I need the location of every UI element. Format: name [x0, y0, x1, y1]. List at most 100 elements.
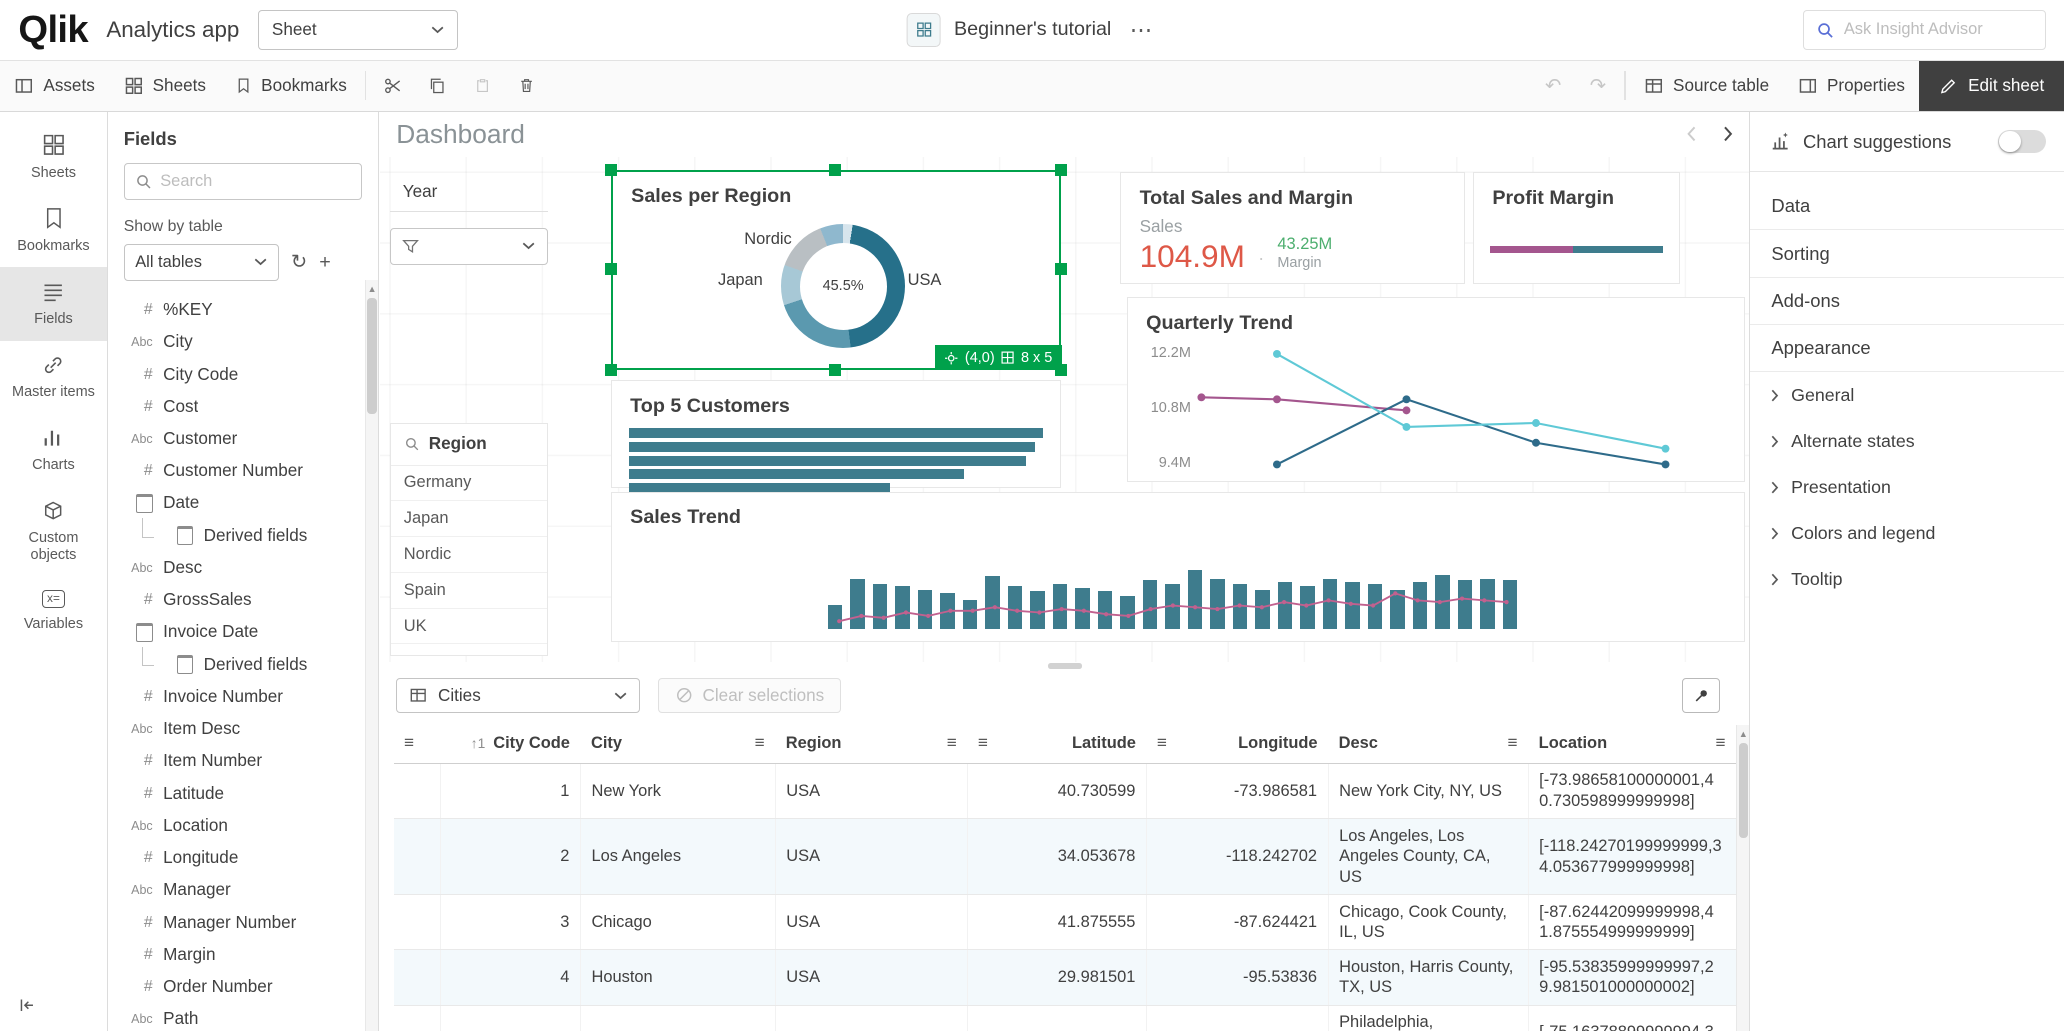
- cell-latitude[interactable]: 39.952335: [967, 1005, 1146, 1031]
- field-item[interactable]: Location: [108, 810, 364, 842]
- rail-item-fields[interactable]: Fields: [0, 267, 107, 340]
- bar[interactable]: [629, 428, 1043, 438]
- list-item[interactable]: Spain: [391, 573, 547, 609]
- cell-latitude[interactable]: 40.730599: [967, 763, 1146, 818]
- table-row[interactable]: 4 Houston USA 29.981501 -95.53836 Housto…: [394, 950, 1737, 1005]
- field-item[interactable]: Manager Number: [108, 906, 364, 938]
- field-item[interactable]: Margin: [108, 939, 364, 971]
- field-item[interactable]: Invoice Number: [108, 681, 364, 713]
- pin-button[interactable]: [1682, 678, 1720, 714]
- rail-item-sheets[interactable]: Sheets: [0, 120, 107, 195]
- table-select[interactable]: All tables: [124, 244, 279, 281]
- year-filter-widget[interactable]: Year: [390, 172, 548, 211]
- redo-button[interactable]: ↷: [1576, 61, 1621, 111]
- quarterly-trend-widget[interactable]: Quarterly Trend 12.2M10.8M9.4M: [1127, 297, 1746, 481]
- list-item[interactable]: Nordic: [391, 537, 547, 573]
- table-row[interactable]: 5 Philadelphia USA 39.952335 -75.163789 …: [394, 1005, 1737, 1031]
- cell-latitude[interactable]: 41.875555: [967, 895, 1146, 950]
- cell-location[interactable]: [-75.16378899999994,39.952334999999999]: [1528, 1005, 1736, 1031]
- field-item[interactable]: Desc: [108, 552, 364, 584]
- rail-item-master-items[interactable]: Master items: [0, 341, 107, 414]
- assets-button[interactable]: Assets: [0, 61, 109, 111]
- resize-handle[interactable]: [1055, 263, 1067, 275]
- field-item[interactable]: City: [108, 326, 364, 358]
- cell-location[interactable]: [-73.98658100000001,40.730598999999998]: [1528, 763, 1736, 818]
- cell-city[interactable]: Chicago: [580, 895, 775, 950]
- table-row[interactable]: 1 New York USA 40.730599 -73.986581 New …: [394, 763, 1737, 818]
- cell-desc[interactable]: Houston, Harris County, TX, US: [1328, 950, 1528, 1005]
- sales-trend-widget[interactable]: Sales Trend: [611, 492, 1746, 642]
- cell-longitude[interactable]: -73.986581: [1146, 763, 1328, 818]
- field-item[interactable]: Path: [108, 1003, 364, 1031]
- list-item[interactable]: Japan: [391, 501, 547, 537]
- view-select[interactable]: Sheet: [258, 10, 458, 49]
- profit-margin-widget[interactable]: Profit Margin: [1473, 172, 1680, 284]
- field-item[interactable]: Derived fields: [108, 520, 364, 552]
- filter-dropdown[interactable]: [390, 228, 548, 265]
- column-header-latitude[interactable]: ≡Latitude: [967, 724, 1146, 763]
- source-table-button[interactable]: Source table: [1630, 61, 1784, 111]
- bar[interactable]: [629, 469, 964, 479]
- bookmarks-button[interactable]: Bookmarks: [220, 61, 361, 111]
- refresh-fields-icon[interactable]: ↻: [291, 250, 308, 274]
- bar[interactable]: [629, 442, 1035, 452]
- scrollbar-thumb[interactable]: [1739, 743, 1748, 838]
- field-item[interactable]: Longitude: [108, 842, 364, 874]
- cell-longitude[interactable]: -75.163789: [1146, 1005, 1328, 1031]
- cell-longitude[interactable]: -87.624421: [1146, 895, 1328, 950]
- top-customers-widget[interactable]: Top 5 Customers: [611, 380, 1061, 488]
- cell-region[interactable]: USA: [775, 763, 967, 818]
- donut-chart[interactable]: 45.5%: [781, 224, 905, 348]
- edit-sheet-button[interactable]: Edit sheet: [1919, 61, 2064, 111]
- row-menu-header[interactable]: ≡: [394, 724, 441, 763]
- column-menu-icon[interactable]: ≡: [1157, 733, 1167, 753]
- column-header-desc[interactable]: Desc≡: [1328, 724, 1528, 763]
- panel-subsection[interactable]: General: [1750, 372, 2064, 418]
- total-sales-margin-widget[interactable]: Total Sales and Margin Sales 104.9M · 43…: [1120, 172, 1465, 284]
- table-scrollbar[interactable]: ▲: [1736, 725, 1749, 1030]
- field-item[interactable]: City Code: [108, 358, 364, 390]
- resize-handle[interactable]: [605, 364, 617, 376]
- cell-location[interactable]: [-95.53835999999997,29.981501000000002]: [1528, 950, 1736, 1005]
- field-item[interactable]: Invoice Date: [108, 616, 364, 648]
- fields-search-input[interactable]: [160, 172, 351, 191]
- scroll-up-icon[interactable]: ▲: [1739, 725, 1748, 743]
- undo-button[interactable]: ↶: [1531, 61, 1576, 111]
- more-menu-button[interactable]: ⋯: [1124, 17, 1157, 43]
- column-header-location[interactable]: Location≡: [1528, 724, 1736, 763]
- column-header-city-code[interactable]: ↑1 City Code: [441, 724, 581, 763]
- collapse-rail-button[interactable]: [0, 981, 107, 1031]
- cell-city[interactable]: New York: [580, 763, 775, 818]
- qlik-logo[interactable]: Qlik: [18, 8, 87, 52]
- fields-search[interactable]: [124, 163, 363, 200]
- cell-region[interactable]: USA: [775, 895, 967, 950]
- panel-section[interactable]: Data: [1750, 183, 2064, 230]
- field-item[interactable]: Customer Number: [108, 455, 364, 487]
- prev-sheet-button[interactable]: [1686, 126, 1697, 142]
- column-menu-icon[interactable]: ≡: [978, 733, 988, 753]
- cell-city-code[interactable]: 4: [441, 950, 581, 1005]
- column-menu-icon[interactable]: ≡: [755, 733, 765, 753]
- document-title[interactable]: Beginner's tutorial: [954, 18, 1111, 41]
- field-item[interactable]: Item Desc: [108, 713, 364, 745]
- column-header-longitude[interactable]: ≡Longitude: [1146, 724, 1328, 763]
- cell-location[interactable]: [-118.24270199999999,34.053677999999998]: [1528, 819, 1736, 895]
- resize-handle[interactable]: [1055, 164, 1067, 176]
- field-item[interactable]: %KEY: [108, 294, 364, 326]
- list-item[interactable]: UK: [391, 609, 547, 645]
- cell-city[interactable]: Philadelphia: [580, 1005, 775, 1031]
- panel-subsection[interactable]: Tooltip: [1750, 557, 2064, 603]
- cell-longitude[interactable]: -118.242702: [1146, 819, 1328, 895]
- insight-advisor-search[interactable]: [1803, 10, 2045, 49]
- region-filter-widget[interactable]: Region GermanyJapanNordicSpainUK: [390, 423, 548, 656]
- paste-button[interactable]: [460, 61, 505, 111]
- cell-city-code[interactable]: 5: [441, 1005, 581, 1031]
- table-selector-dropdown[interactable]: Cities: [396, 678, 640, 714]
- rail-item-charts[interactable]: Charts: [0, 414, 107, 487]
- cell-region[interactable]: USA: [775, 950, 967, 1005]
- resize-handle[interactable]: [829, 364, 841, 376]
- rail-item-bookmarks[interactable]: Bookmarks: [0, 194, 107, 267]
- table-row[interactable]: 3 Chicago USA 41.875555 -87.624421 Chica…: [394, 895, 1737, 950]
- cell-desc[interactable]: Philadelphia, Philadelphia County, PA, U…: [1328, 1005, 1528, 1031]
- field-item[interactable]: GrossSales: [108, 584, 364, 616]
